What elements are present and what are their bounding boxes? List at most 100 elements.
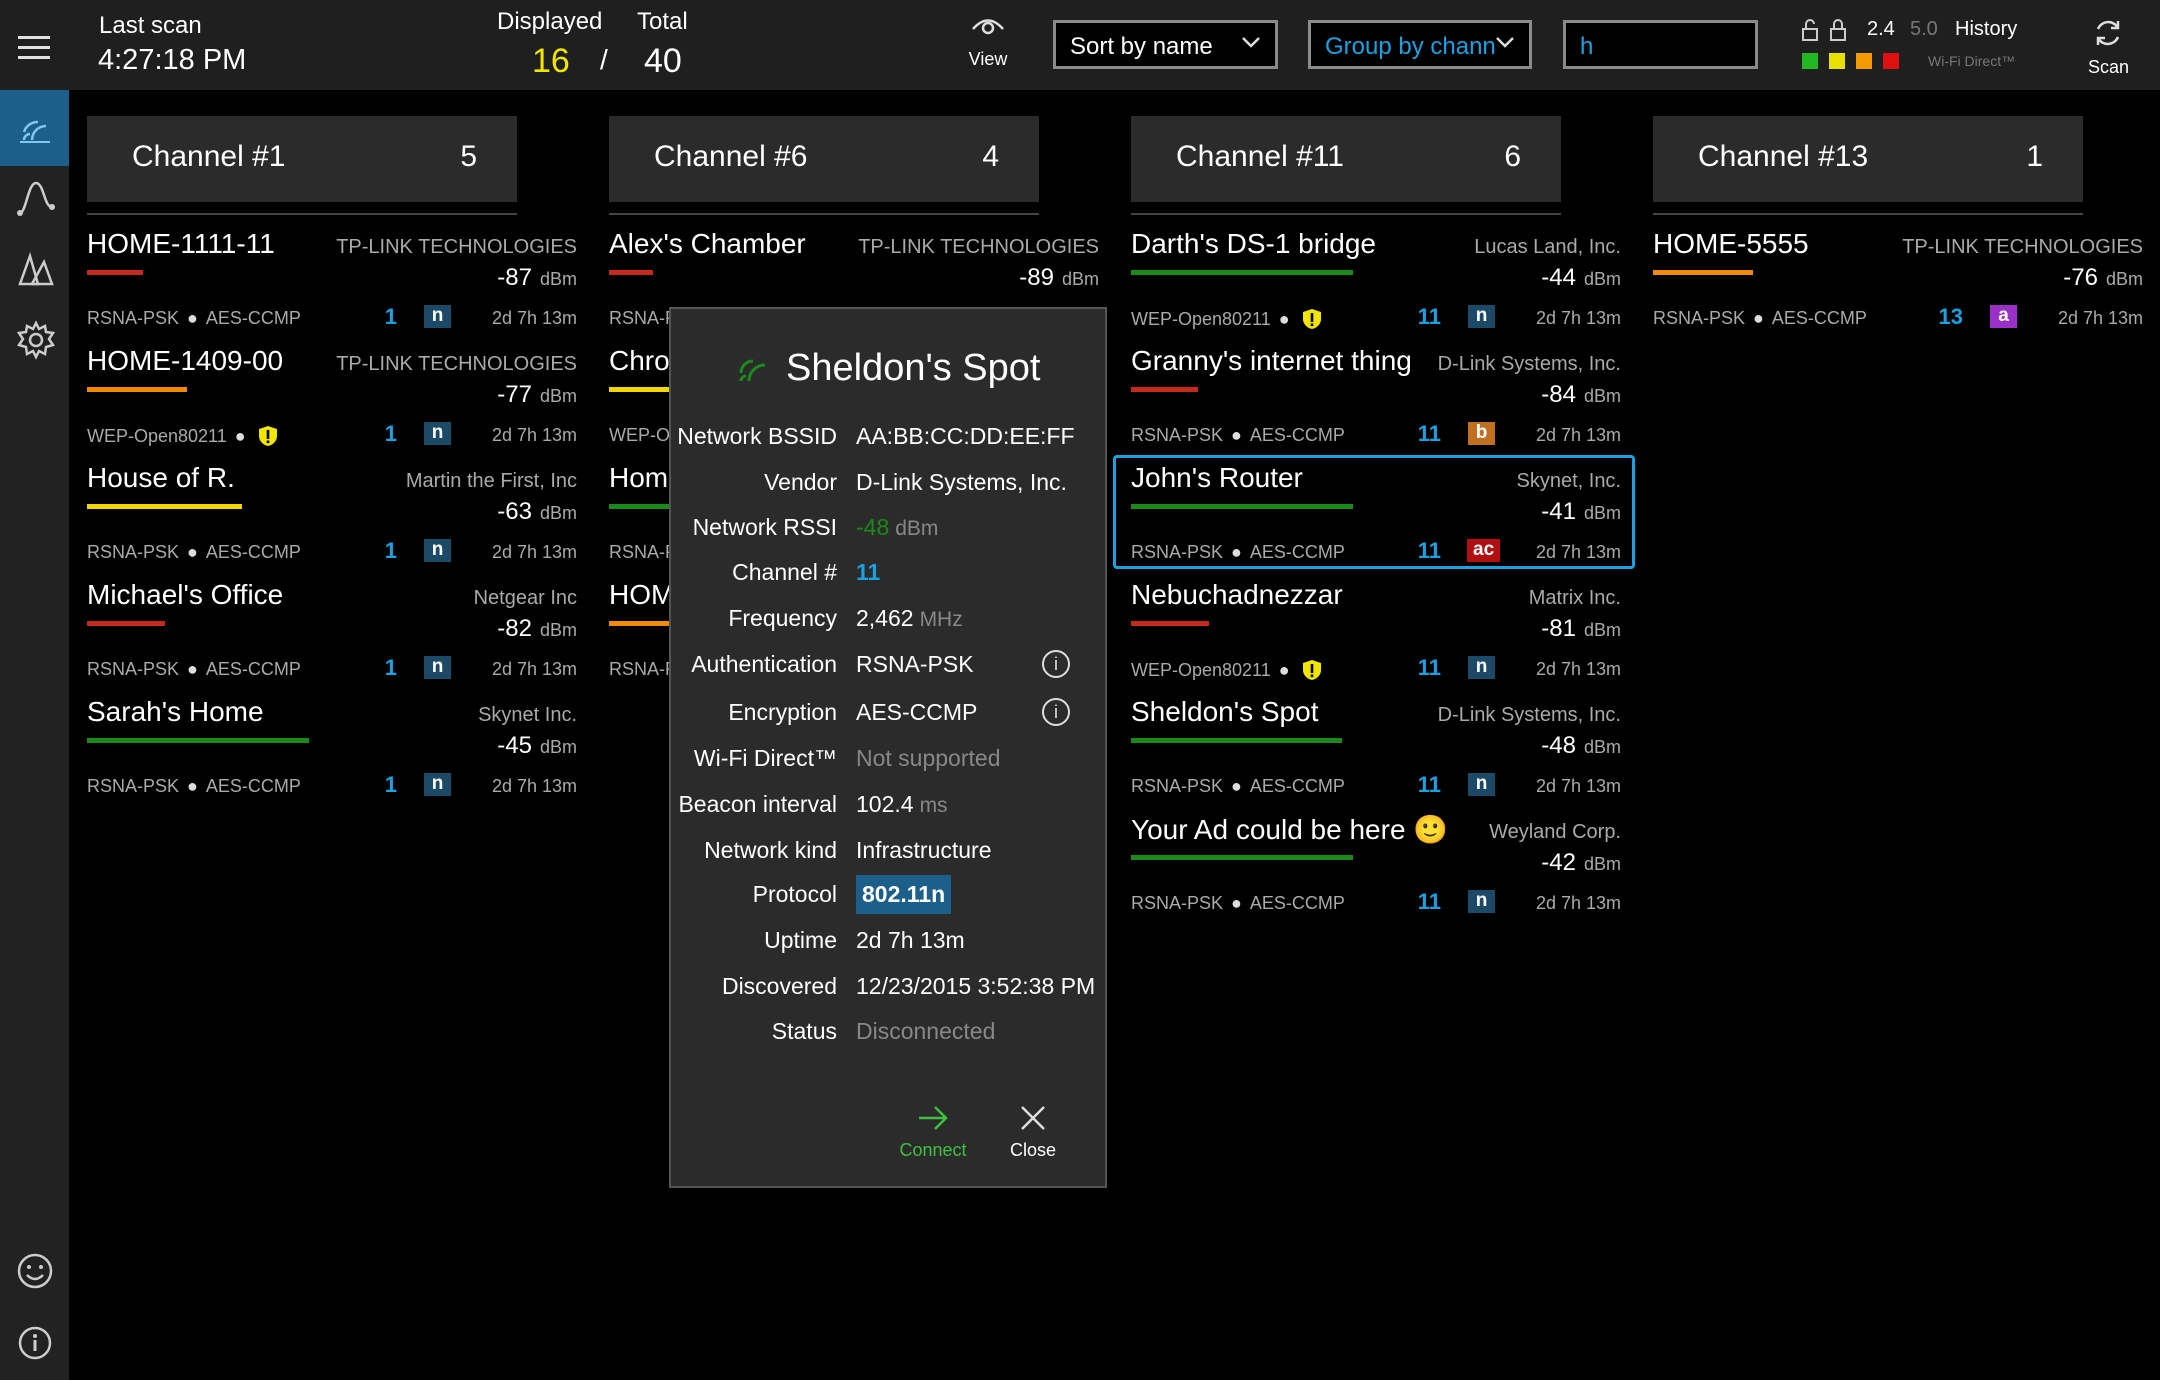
network-name: HOME-1409-00 — [87, 345, 284, 376]
band-50-toggle[interactable]: 5.0 — [1910, 18, 1938, 41]
cipher: AES-CCMP — [1249, 776, 1345, 796]
channel-title: Channel #13 — [1698, 140, 1869, 173]
detail-value: AES-CCMP — [856, 699, 977, 726]
signal-map-icon[interactable] — [16, 248, 56, 288]
sort-dropdown[interactable]: Sort by name — [1053, 20, 1278, 69]
authentication-info-icon[interactable]: i — [1042, 650, 1070, 678]
network-card[interactable]: Granny's internet thing D-Link Systems, I… — [1131, 345, 1621, 462]
gear-icon[interactable] — [16, 320, 56, 360]
smiley-icon[interactable] — [16, 1252, 54, 1290]
protocol-badge: n — [1468, 656, 1495, 679]
signal-strength-bar — [87, 387, 187, 392]
filter-yellow-swatch[interactable] — [1829, 53, 1845, 69]
sidebar-item-networks[interactable] — [0, 90, 69, 166]
network-vendor: Lucas Land, Inc. — [1474, 236, 1621, 258]
network-name: John's Router — [1131, 462, 1303, 493]
rssi-value: -87 — [497, 264, 532, 291]
encryption-info-icon[interactable]: i — [1042, 698, 1070, 726]
cipher: AES-CCMP — [205, 659, 301, 679]
network-rssi: -42 dBm — [1541, 849, 1621, 877]
network-vendor: TP-LINK TECHNOLOGIES — [858, 236, 1099, 258]
history-toggle[interactable]: History — [1955, 18, 2017, 41]
network-card[interactable]: Sheldon's Spot D-Link Systems, Inc. -48 dBm… — [1131, 696, 1621, 813]
network-card[interactable]: HOME-1409-00 TP-LINK TECHNOLOGIES -77 dBm WE… — [87, 345, 577, 462]
lock-open-icon[interactable] — [1800, 18, 1820, 42]
detail-label: Channel # — [732, 559, 837, 585]
network-name: Michael's Office — [87, 579, 284, 610]
group-dropdown[interactable]: Group by chann — [1308, 20, 1532, 69]
separator-dot: ● — [187, 776, 198, 796]
network-rssi: -77 dBm — [497, 381, 577, 409]
band-24-toggle[interactable]: 2.4 — [1867, 18, 1895, 41]
signal-strength-bar — [1131, 855, 1353, 860]
protocol-badge: n — [424, 773, 451, 796]
channel-number: 1 — [384, 304, 397, 329]
chevron-down-icon — [1242, 37, 1260, 48]
filter-green-swatch[interactable] — [1802, 53, 1818, 69]
network-uptime: 2d 7h 13m — [491, 659, 577, 679]
channel-number: 11 — [1417, 772, 1441, 797]
channel-header[interactable]: Channel #6 4 — [609, 116, 1039, 202]
view-button[interactable]: View — [962, 14, 1014, 70]
rssi-value: -42 — [1541, 849, 1576, 876]
cipher: AES-CCMP — [205, 542, 301, 562]
info-icon[interactable] — [17, 1325, 53, 1361]
security-info: WEP-Open80211 ● — [87, 425, 278, 447]
network-card[interactable]: Sarah's Home Skynet Inc. -45 dBm RSNA-PSK ● AE… — [87, 696, 577, 813]
network-vendor: Skynet Inc. — [478, 704, 577, 726]
detail-label: Network BSSID — [677, 423, 837, 449]
security-info: RSNA-PSK ● AES-CCMP — [87, 542, 301, 563]
channel-header[interactable]: Channel #11 6 — [1131, 116, 1561, 202]
detail-value: 2,462 MHz — [856, 605, 963, 632]
detail-label: Network RSSI — [692, 514, 837, 540]
security-info: RSNA-P — [609, 308, 677, 329]
connect-button[interactable]: Connect — [891, 1103, 975, 1161]
network-card[interactable]: House of R. Martin the First, Inc -63 dBm RS… — [87, 462, 577, 579]
protocol-badge: b — [1468, 422, 1495, 445]
security-info: RSNA-P — [609, 542, 677, 563]
network-card[interactable]: Michael's Office Netgear Inc -82 dBm RSNA-PS… — [87, 579, 577, 696]
network-card[interactable]: Nebuchadnezzar Matrix Inc. -81 dBm WEP-Open8… — [1131, 579, 1621, 696]
detail-label: Protocol — [752, 881, 837, 907]
close-button[interactable]: Close — [1003, 1103, 1063, 1161]
cipher: AES-CCMP — [205, 308, 301, 328]
wifi-signal-icon — [739, 359, 766, 382]
security-info: WEP-Open80211 ● — [1131, 659, 1322, 681]
detail-value: Disconnected — [856, 1018, 995, 1045]
channel-header[interactable]: Channel #13 1 — [1653, 116, 2083, 202]
separator-dot: ● — [187, 542, 198, 562]
network-card[interactable]: Darth's DS-1 bridge Lucas Land, Inc. -44 dB… — [1131, 228, 1621, 345]
detail-value: RSNA-PSK — [856, 651, 974, 678]
channel-number: 13 — [1938, 304, 1963, 329]
network-uptime: 2d 7h 13m — [491, 308, 577, 328]
hamburger-menu-icon[interactable] — [18, 36, 50, 59]
lock-closed-icon[interactable] — [1828, 18, 1848, 42]
network-vendor: D-Link Systems, Inc. — [1437, 704, 1621, 726]
wifi-direct-filter[interactable]: Wi-Fi Direct™ — [1928, 53, 2015, 69]
filter-orange-swatch[interactable] — [1856, 53, 1872, 69]
value-text: 12/23/2015 3:52:38 PM — [856, 973, 1096, 999]
protocol-badge: n — [424, 539, 451, 562]
value-text: 802.11n — [856, 875, 952, 914]
network-card[interactable]: Your Ad could be here 🙂 Weyland Corp. -42 d… — [1131, 813, 1621, 930]
signal-filter-swatches — [1802, 53, 1899, 74]
network-vendor: Weyland Corp. — [1489, 821, 1621, 843]
channel-title: Channel #1 — [132, 140, 286, 173]
cipher: AES-CCMP — [1249, 542, 1345, 562]
separator-dot: ● — [1231, 542, 1242, 562]
network-card[interactable]: HOME-1111-11 TP-LINK TECHNOLOGIES -87 dBm RS… — [87, 228, 577, 345]
network-vendor: D-Link Systems, Inc. — [1437, 353, 1621, 375]
scan-button[interactable]: Scan — [2088, 16, 2129, 78]
network-card[interactable]: HOME-5555 TP-LINK TECHNOLOGIES -76 dBm RSNA-… — [1653, 228, 2143, 345]
channel-header[interactable]: Channel #1 5 — [87, 116, 517, 202]
value-text: RSNA-PSK — [856, 651, 974, 677]
filter-red-swatch[interactable] — [1883, 53, 1899, 69]
graph-icon[interactable] — [16, 177, 56, 217]
network-card[interactable]: John's Router Skynet, Inc. -41 dBm RSNA-PSK ●… — [1131, 462, 1621, 579]
separator-dot: ● — [1278, 309, 1290, 329]
security-mode: RSNA-PSK — [1131, 425, 1224, 445]
channel-count: 6 — [1504, 140, 1521, 173]
value-text: Disconnected — [856, 1018, 996, 1044]
search-input[interactable]: h — [1563, 20, 1758, 69]
app-window: Last scan 4:27:18 PM Displayed 16 / Tota… — [0, 0, 2160, 1380]
